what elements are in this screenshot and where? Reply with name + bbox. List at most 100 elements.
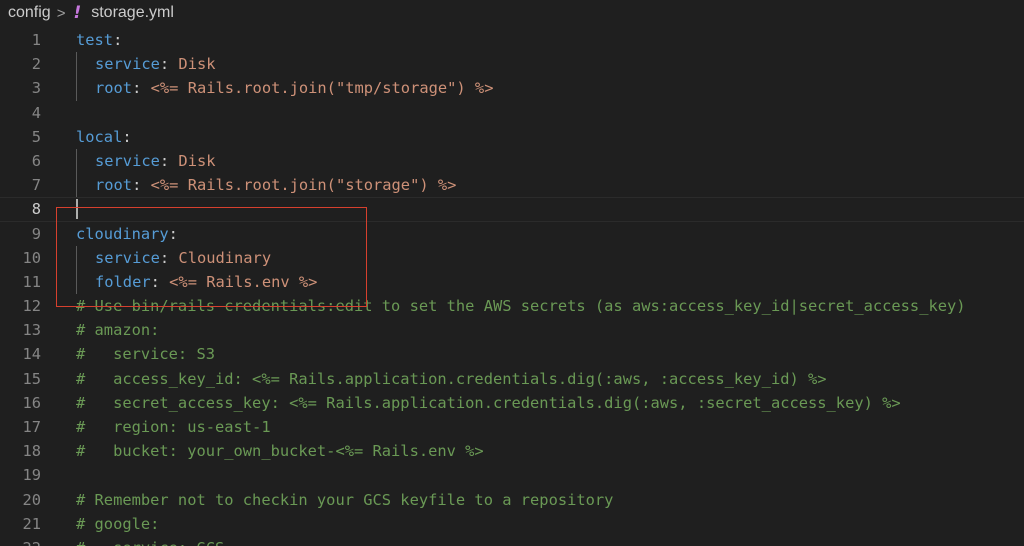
code-line[interactable]: 6 service: Disk (0, 148, 1024, 174)
code-content: service: Disk (76, 148, 216, 174)
indent-guide (76, 76, 95, 101)
code-content: service: Disk (76, 52, 216, 77)
code-content: folder: <%= Rails.env %> (76, 269, 318, 295)
yaml-comment: # service: S3 (76, 345, 215, 364)
code-area[interactable]: 1 test: 2 service: Disk 3 root: <%= Rails.roo… (0, 28, 1024, 546)
line-number: 6 (31, 151, 41, 170)
code-line[interactable]: 14 # service: S3 (0, 342, 1024, 366)
line-number: 22 (0, 536, 41, 546)
yaml-comment: # service: GCS (76, 539, 224, 546)
yaml-value: <%= Rails.env %> (169, 272, 318, 291)
yaml-comment: # google: (76, 514, 160, 533)
code-line[interactable]: 11 folder: <%= Rails.env %> (0, 269, 1024, 295)
line-number: 16 (22, 393, 41, 412)
code-content: # service: GCS (76, 536, 224, 546)
yaml-value: Cloudinary (178, 248, 272, 267)
line-number: 12 (22, 297, 41, 316)
code-line[interactable]: 12 # Use bin/rails credentials:edit to se… (0, 294, 1024, 318)
yaml-key: root (95, 176, 133, 195)
indent-guide (76, 52, 95, 77)
code-line[interactable]: 16 # secret_access_key: <%= Rails.applica… (0, 391, 1024, 415)
code-line[interactable]: 18 # bucket: your_own_bucket-<%= Rails.en… (0, 439, 1024, 463)
code-content: local: (76, 125, 132, 149)
code-line[interactable]: 15 # access_key_id: <%= Rails.application… (0, 367, 1024, 391)
code-content: service: Cloudinary (76, 245, 272, 270)
yaml-key: local (76, 127, 123, 146)
yaml-key: service (95, 151, 160, 170)
text-cursor (76, 199, 78, 220)
code-content: # Remember not to checkin your GCS keyfi… (76, 488, 613, 512)
yaml-key: service (95, 55, 160, 74)
code-content: # secret_access_key: <%= Rails.applicati… (76, 391, 901, 415)
yaml-punctuation: : (159, 151, 179, 170)
line-number: 15 (22, 369, 41, 388)
yaml-file-icon: ! (73, 3, 82, 23)
line-number: 11 (22, 272, 41, 291)
code-content: # amazon: (76, 318, 159, 342)
code-line[interactable]: 22 # service: GCS (0, 536, 1024, 546)
breadcrumb-folder[interactable]: config (8, 4, 51, 22)
line-number: 21 (22, 514, 41, 533)
code-content: # google: (76, 512, 159, 536)
code-line[interactable]: 9 cloudinary: (0, 222, 1024, 246)
code-content: root: <%= Rails.root.join("storage") %> (76, 173, 457, 198)
code-content: # access_key_id: <%= Rails.application.c… (76, 367, 827, 391)
yaml-comment: # access_key_id: <%= Rails.application.c… (76, 369, 827, 388)
yaml-value: <%= Rails.root.join("tmp/storage") %> (150, 79, 494, 98)
breadcrumb: config > ! storage.yml (0, 0, 1024, 26)
yaml-value: <%= Rails.root.join("storage") %> (150, 176, 457, 195)
code-content: # region: us-east-1 (76, 415, 271, 439)
code-content: # bucket: your_own_bucket-<%= Rails.env … (76, 439, 484, 463)
line-number: 3 (31, 79, 41, 98)
code-line[interactable]: 1 test: (0, 28, 1024, 52)
line-number: 7 (31, 176, 41, 195)
code-line[interactable]: 20 # Remember not to checkin your GCS key… (0, 488, 1024, 512)
code-content: # Use bin/rails credentials:edit to set … (76, 294, 966, 318)
code-line[interactable]: 4 (0, 101, 1024, 125)
line-number: 20 (22, 490, 41, 509)
yaml-key: service (95, 248, 160, 267)
yaml-key: folder (95, 272, 151, 291)
code-line[interactable]: 8 (0, 197, 1024, 221)
code-line[interactable]: 2 service: Disk (0, 52, 1024, 77)
yaml-punctuation: : (159, 248, 179, 267)
chevron-right-icon: > (56, 4, 66, 22)
yaml-punctuation: : (159, 55, 179, 74)
yaml-key: cloudinary (76, 224, 169, 243)
yaml-punctuation: : (150, 272, 170, 291)
yaml-comment: # Use bin/rails credentials:edit to set … (76, 297, 966, 316)
code-line[interactable]: 13 # amazon: (0, 318, 1024, 342)
yaml-comment: # bucket: your_own_bucket-<%= Rails.env … (76, 442, 484, 461)
indent-guide (76, 269, 95, 295)
code-line[interactable]: 21 # google: (0, 512, 1024, 536)
yaml-comment: # Remember not to checkin your GCS keyfi… (76, 490, 614, 509)
yaml-punctuation: : (122, 127, 132, 146)
yaml-comment: # amazon: (76, 321, 160, 340)
yaml-punctuation: : (168, 224, 178, 243)
code-content: cloudinary: (76, 222, 178, 246)
breadcrumb-file[interactable]: storage.yml (91, 4, 174, 22)
line-number: 2 (31, 55, 41, 74)
yaml-punctuation: : (132, 79, 151, 98)
line-number: 9 (31, 224, 41, 243)
code-line[interactable]: 17 # region: us-east-1 (0, 415, 1024, 439)
yaml-comment: # region: us-east-1 (76, 418, 271, 436)
code-content: test: (76, 28, 122, 52)
code-line[interactable]: 5 local: (0, 125, 1024, 149)
code-editor[interactable]: config > ! storage.yml 1 test: 2 service: D… (0, 0, 1024, 546)
code-line[interactable]: 19 (0, 463, 1024, 487)
yaml-key: root (95, 79, 133, 98)
yaml-value: Disk (178, 151, 216, 170)
line-number: 10 (22, 248, 41, 267)
code-content: # service: S3 (76, 342, 215, 366)
code-line[interactable]: 7 root: <%= Rails.root.join("storage") %> (0, 173, 1024, 198)
line-number: 8 (31, 200, 41, 219)
code-line[interactable]: 3 root: <%= Rails.root.join("tmp/storage"… (0, 76, 1024, 101)
yaml-punctuation: : (113, 31, 123, 49)
line-number: 13 (22, 321, 41, 340)
line-number: 19 (22, 466, 41, 485)
line-number: 17 (22, 418, 41, 436)
yaml-value: Disk (178, 55, 216, 74)
code-line[interactable]: 10 service: Cloudinary (0, 245, 1024, 270)
yaml-punctuation: : (132, 176, 151, 195)
